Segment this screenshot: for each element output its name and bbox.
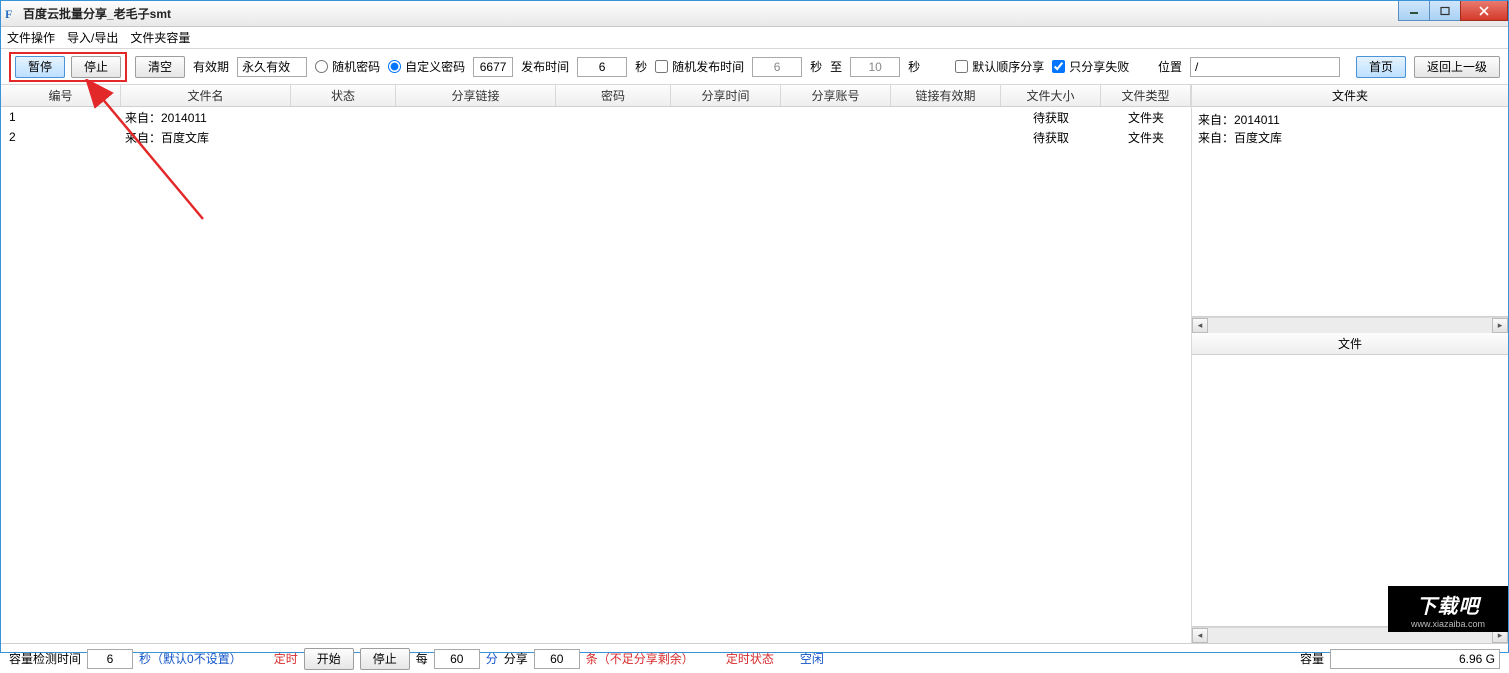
menu-import-export[interactable]: 导入/导出 xyxy=(67,29,118,46)
home-button[interactable]: 首页 xyxy=(1356,56,1406,78)
col-acct[interactable]: 分享账号 xyxy=(781,85,891,106)
app-icon: F xyxy=(5,7,19,21)
location-label: 位置 xyxy=(1158,58,1182,75)
col-pwd[interactable]: 密码 xyxy=(556,85,671,106)
menubar: 文件操作 导入/导出 文件夹容量 xyxy=(1,27,1508,49)
grid-body[interactable]: 1来自：2014011待获取文件夹2来自：百度文库待获取文件夹 xyxy=(1,107,1191,643)
random-password-radio[interactable]: 随机密码 xyxy=(315,58,380,75)
capacity-check-input[interactable] xyxy=(87,649,133,669)
list-item[interactable]: 来自：2014011 xyxy=(1198,111,1502,129)
default-order-checkbox[interactable]: 默认顺序分享 xyxy=(955,58,1044,75)
publish-time-input[interactable] xyxy=(577,57,627,77)
main-grid-pane: 编号 文件名 状态 分享链接 密码 分享时间 分享账号 链接有效期 文件大小 文… xyxy=(1,85,1192,643)
random-to-input[interactable] xyxy=(850,57,900,77)
side-pane: 文件夹 来自：2014011来自：百度文库 ◂▸ 文件 ◂▸ xyxy=(1192,85,1508,643)
password-input[interactable] xyxy=(473,57,513,77)
col-status[interactable]: 状态 xyxy=(291,85,396,106)
every-input[interactable] xyxy=(434,649,480,669)
table-row[interactable]: 2来自：百度文库待获取文件夹 xyxy=(1,127,1191,147)
folders-scrollbar[interactable]: ◂▸ xyxy=(1192,317,1508,333)
folders-panel-body[interactable]: 来自：2014011来自：百度文库 xyxy=(1192,107,1508,317)
window-title: 百度云批量分享_老毛子smt xyxy=(23,5,171,22)
watermark-text: 下载吧 xyxy=(1417,590,1480,619)
seconds-label-2: 秒 xyxy=(810,58,822,75)
col-type[interactable]: 文件类型 xyxy=(1101,85,1191,106)
window-controls xyxy=(1399,1,1508,21)
watermark: 下载吧 www.xiazaiba.com xyxy=(1388,586,1508,632)
capacity-value xyxy=(1330,649,1500,669)
folders-panel-header: 文件夹 xyxy=(1192,85,1508,107)
start-button[interactable]: 开始 xyxy=(304,648,354,670)
stop-button[interactable]: 停止 xyxy=(71,56,121,78)
files-panel-header: 文件 xyxy=(1192,333,1508,355)
share-count-input[interactable] xyxy=(534,649,580,669)
custom-password-radio[interactable]: 自定义密码 xyxy=(388,58,465,75)
col-time[interactable]: 分享时间 xyxy=(671,85,781,106)
expiry-input[interactable] xyxy=(237,57,307,77)
random-from-input[interactable] xyxy=(752,57,802,77)
toolbar: 暂停 停止 清空 有效期 随机密码 自定义密码 发布时间 秒 随机发布时间 秒 … xyxy=(1,49,1508,85)
menu-file[interactable]: 文件操作 xyxy=(7,29,55,46)
seconds-label: 秒 xyxy=(635,58,647,75)
location-input[interactable] xyxy=(1190,57,1340,77)
col-link[interactable]: 分享链接 xyxy=(396,85,556,106)
close-button[interactable] xyxy=(1460,1,1508,21)
only-failed-checkbox[interactable]: 只分享失败 xyxy=(1052,58,1129,75)
seconds-label-3: 秒 xyxy=(908,58,920,75)
table-row[interactable]: 1来自：2014011待获取文件夹 xyxy=(1,107,1191,127)
expiry-label: 有效期 xyxy=(193,58,229,75)
menu-folder-capacity[interactable]: 文件夹容量 xyxy=(130,29,190,46)
scroll-left-icon[interactable]: ◂ xyxy=(1192,628,1208,643)
scroll-left-icon[interactable]: ◂ xyxy=(1192,318,1208,333)
pause-button[interactable]: 暂停 xyxy=(15,56,65,78)
clear-button[interactable]: 清空 xyxy=(135,56,185,78)
list-item[interactable]: 来自：百度文库 xyxy=(1198,129,1502,147)
content-area: 编号 文件名 状态 分享链接 密码 分享时间 分享账号 链接有效期 文件大小 文… xyxy=(1,85,1508,643)
scroll-right-icon[interactable]: ▸ xyxy=(1492,318,1508,333)
watermark-url: www.xiazaiba.com xyxy=(1411,619,1485,629)
col-name[interactable]: 文件名 xyxy=(121,85,291,106)
titlebar[interactable]: F 百度云批量分享_老毛子smt xyxy=(1,1,1508,27)
to-label: 至 xyxy=(830,58,842,75)
random-publish-checkbox[interactable]: 随机发布时间 xyxy=(655,58,744,75)
col-id[interactable]: 编号 xyxy=(1,85,121,106)
stop-timer-button[interactable]: 停止 xyxy=(360,648,410,670)
grid-header: 编号 文件名 状态 分享链接 密码 分享时间 分享账号 链接有效期 文件大小 文… xyxy=(1,85,1191,107)
app-window: F 百度云批量分享_老毛子smt 文件操作 导入/导出 文件夹容量 暂停 停止 … xyxy=(0,0,1509,653)
back-button[interactable]: 返回上一级 xyxy=(1414,56,1500,78)
statusbar: 容量检测时间 秒（默认0不设置） 定时 开始 停止 每 分 分享 条（不足分享剩… xyxy=(1,643,1508,673)
publish-time-label: 发布时间 xyxy=(521,58,569,75)
minimize-button[interactable] xyxy=(1398,1,1430,21)
maximize-button[interactable] xyxy=(1429,1,1461,21)
col-size[interactable]: 文件大小 xyxy=(1001,85,1101,106)
highlight-box: 暂停 停止 xyxy=(9,52,127,82)
col-linkexp[interactable]: 链接有效期 xyxy=(891,85,1001,106)
